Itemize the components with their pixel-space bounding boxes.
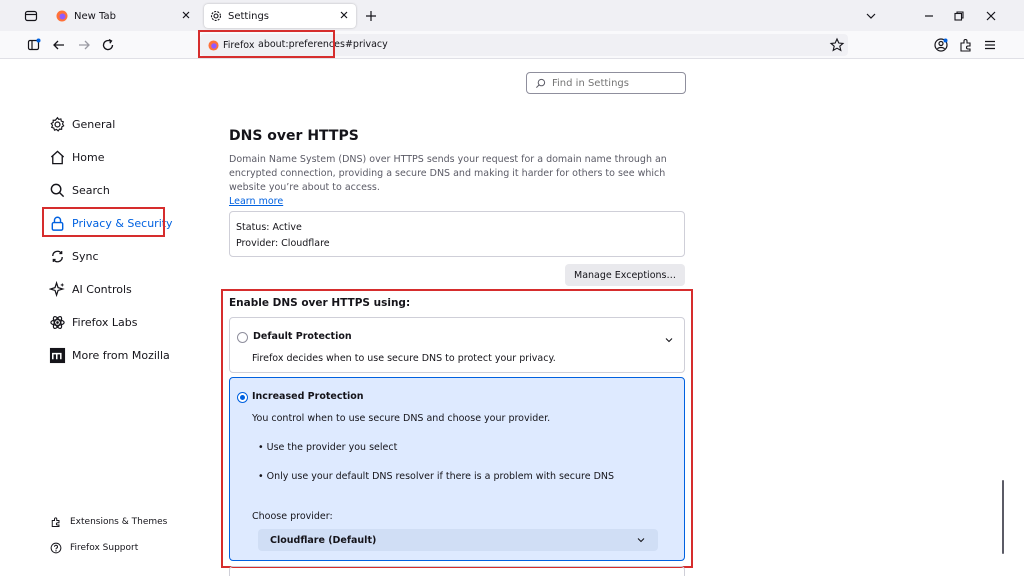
reload-icon[interactable] [100,37,116,53]
manage-exceptions-button[interactable]: Manage Exceptions… [565,264,685,286]
firefox-icon [56,10,68,22]
provider-select[interactable]: Cloudflare (Default) [258,529,658,551]
sidebar-item-search[interactable]: Search [48,179,110,201]
restore-icon[interactable] [952,8,966,22]
tab-label: New Tab [74,10,116,22]
dns-section-title: DNS over HTTPS [229,128,359,144]
mozilla-icon [48,346,66,364]
close-icon[interactable] [180,9,192,21]
home-icon [48,148,66,166]
tab-strip: New Tab Settings [0,0,1024,31]
help-icon [50,542,62,554]
settings-search-input[interactable] [552,77,672,89]
default-protection-description: Firefox decides when to use secure DNS t… [252,353,556,364]
privacy-highlight-box [42,207,165,237]
footer-link-label: Extensions & Themes [70,517,168,527]
sidebar-item-sync[interactable]: Sync [48,245,99,267]
chevron-down-icon [636,535,646,545]
forward-arrow-icon[interactable] [76,37,92,53]
sidebar-item-label: Firefox Labs [72,315,138,329]
bullet-item: • Only use your default DNS resolver if … [258,471,615,482]
increased-protection-description: You control when to use secure DNS and c… [252,413,551,424]
sidebar-item-ai-controls[interactable]: AI Controls [48,278,132,300]
dns-status-text: Status: Active [236,222,302,233]
dns-provider-text: Provider: Cloudflare [236,238,330,249]
sidebar-item-label: Sync [72,249,99,263]
footer-link-label: Firefox Support [70,543,139,553]
tab-list-icon[interactable] [24,8,40,22]
new-tab-plus-icon[interactable] [364,8,378,22]
gear-icon [210,10,222,22]
sidebar-item-label: Search [72,183,110,197]
sync-icon [48,247,66,265]
sidebar-item-label: More from Mozilla [72,348,170,362]
default-protection-option[interactable]: Default Protection Firefox decides when … [229,317,685,373]
default-protection-radio[interactable] [237,332,248,343]
minimize-icon[interactable] [922,8,936,22]
sidebar-item-label: AI Controls [72,282,132,296]
dns-status-box: Status: Active Provider: Cloudflare [229,211,685,257]
tab-settings[interactable]: Settings [204,4,356,28]
sidebar-item-general[interactable]: General [48,113,115,135]
tab-new-tab[interactable]: New Tab [50,4,198,28]
search-icon [48,181,66,199]
labs-icon [48,313,66,331]
chevron-down-icon[interactable] [664,330,674,343]
settings-search-box[interactable] [526,72,686,94]
close-window-icon[interactable] [984,8,998,22]
sidebar-item-label: General [72,117,116,131]
extensions-puzzle-icon[interactable] [958,37,974,53]
bullet-item: • Use the provider you select [258,442,398,453]
scrollbar-thumb[interactable] [1002,480,1004,554]
firefox-support-link[interactable]: Firefox Support [50,540,138,556]
choose-provider-label: Choose provider: [252,511,333,522]
puzzle-icon [50,516,62,528]
search-icon [536,78,546,88]
tab-label: Settings [228,10,270,22]
bookmark-star-icon[interactable] [829,37,845,53]
gear-icon [48,115,66,133]
menu-hamburger-icon[interactable] [982,37,998,53]
close-icon[interactable] [338,9,350,21]
default-protection-label: Default Protection [253,331,352,342]
learn-more-link[interactable]: Learn more [229,196,283,207]
provider-select-value: Cloudflare (Default) [270,534,377,546]
sparkle-icon [48,280,66,298]
next-option-card-edge [229,566,685,576]
tab-list-chevron-icon[interactable] [864,8,878,22]
sidebar-item-firefox-labs[interactable]: Firefox Labs [48,311,137,333]
increased-protection-option[interactable]: Increased Protection You control when to… [229,377,685,561]
sidebar-toggle-icon[interactable] [26,37,42,53]
extensions-themes-link[interactable]: Extensions & Themes [50,514,167,530]
increased-protection-label: Increased Protection [252,391,364,402]
increased-protection-radio[interactable] [237,392,248,403]
enable-dns-heading: Enable DNS over HTTPS using: [229,297,411,309]
navigation-bar: Firefox about:preferences#privacy [0,31,1024,59]
back-arrow-icon[interactable] [51,37,67,53]
dns-description: Domain Name System (DNS) over HTTPS send… [229,154,667,193]
sidebar-item-more-from-mozilla[interactable]: More from Mozilla [48,344,170,366]
url-highlight-box [198,30,335,58]
sidebar-item-home[interactable]: Home [48,146,104,168]
account-icon[interactable] [933,37,949,53]
sidebar-item-label: Home [72,150,105,164]
